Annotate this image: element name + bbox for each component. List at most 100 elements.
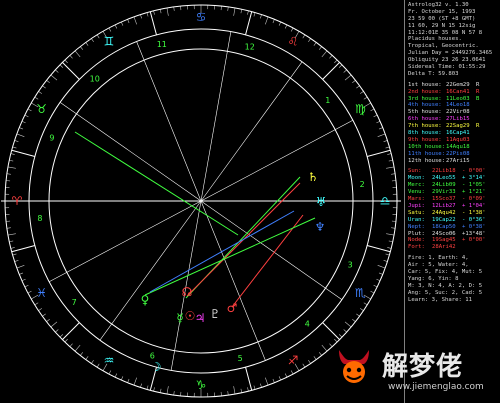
house-number: 10 — [90, 75, 100, 84]
degree-tick — [360, 308, 364, 311]
degree-tick — [329, 55, 333, 59]
house-mark — [476, 158, 496, 165]
degree-tick — [21, 278, 26, 281]
house-label: 12th house: — [408, 157, 446, 164]
sign-boundary — [367, 245, 391, 253]
degree-tick — [12, 146, 17, 149]
house-label: 3rd house: — [408, 95, 442, 102]
header-line: Fr. October 15, 1993 — [408, 8, 476, 15]
degree-tick — [19, 127, 24, 130]
degree-tick — [27, 108, 32, 112]
house-label: 11th house: — [408, 150, 446, 157]
planet-glyph: ♃ — [195, 311, 206, 325]
degree-tick — [50, 74, 58, 81]
planet-latitude: + 0°38' — [462, 223, 486, 230]
degree-tick — [334, 59, 338, 64]
header-line: Sidereal Time: 01:55:29 — [408, 64, 486, 71]
planet-row: Sun: 22Lib18 - 0°00' — [408, 168, 500, 175]
planet-latitude: + 1°21' — [462, 189, 486, 196]
element-summary: Fire: 1, Earth: 4, Air : 5, Water: 4, Car:… — [408, 255, 500, 303]
house-cusp-value: 11Leo03 — [446, 95, 470, 102]
degree-tick — [159, 388, 162, 393]
degree-tick — [260, 383, 262, 388]
degree-tick — [55, 329, 59, 333]
degree-tick — [96, 363, 100, 368]
degree-tick — [24, 284, 29, 288]
degree-tick — [373, 114, 378, 118]
planet-name: Moon: — [408, 175, 425, 182]
aspect-line — [149, 210, 295, 293]
planet-name: Node: — [408, 237, 425, 244]
degree-tick — [80, 46, 84, 50]
planet-position: 24Sco06 — [432, 230, 456, 237]
planet-row: Fort: 28Ari42 — [408, 244, 500, 251]
house-cusp-value: 27Lib15 — [446, 116, 470, 123]
header-line: Julian Day = 2449276.3465 — [408, 50, 493, 57]
house-mark — [476, 116, 496, 123]
degree-tick — [74, 344, 81, 352]
house-row: 8th house: 16Cap41 — [408, 130, 500, 137]
header-line: 11 60, 29 N 15 12sig — [408, 22, 476, 29]
house-number: 4 — [305, 319, 310, 328]
degree-tick — [34, 96, 39, 100]
sign-boundary — [62, 62, 80, 80]
planet-row: Moon: 24Leo55 + 3°14' — [408, 175, 500, 182]
house-mark: R — [476, 123, 480, 130]
house-mark: B — [476, 95, 480, 102]
house-row: 7th house: 22Sag29 R — [408, 123, 500, 130]
degree-tick — [140, 383, 142, 388]
planet-latitude: - 0°09' — [462, 196, 486, 203]
house-label: 2nd house: — [408, 88, 442, 95]
degree-tick — [265, 16, 269, 25]
planet-glyph: ♂ — [227, 301, 238, 315]
header-line: 23 59 00 (ST +8 GMT) — [408, 15, 476, 22]
sign-boundary — [11, 149, 35, 157]
degree-tick — [12, 253, 17, 256]
house-label: 8th house: — [408, 130, 442, 137]
degree-tick — [9, 159, 14, 162]
house-number: 3 — [348, 260, 353, 269]
header-line: Tropical, Geocentric. — [408, 43, 479, 50]
zodiac-sign-glyph: ♐ — [288, 353, 299, 367]
degree-tick — [272, 378, 275, 383]
degree-tick — [391, 173, 396, 175]
planet-glyph: ♇ — [210, 307, 221, 321]
degree-tick — [387, 153, 392, 155]
planet-position: 28Ari42 — [432, 244, 456, 251]
house-number: 8 — [37, 214, 42, 223]
planet-glyph: ☊ — [182, 285, 193, 299]
degree-tick — [343, 329, 347, 333]
house-label: 10th house: — [408, 143, 446, 150]
degree-tick — [360, 91, 364, 94]
house-row: 4th house: 14Leo18 — [408, 102, 500, 109]
info-panel: Astrolog32 v. 1.30 Fr. October 15, 1993 23… — [404, 0, 500, 403]
degree-tick — [385, 253, 390, 256]
zodiac-sign-glyph: ♍ — [355, 102, 366, 116]
house-cusp-value: 22Vir08 — [446, 109, 470, 116]
degree-tick — [356, 85, 360, 89]
degree-tick — [377, 133, 386, 137]
header-line: Placidus houses. — [408, 36, 462, 43]
sign-boundary — [11, 245, 35, 253]
degree-tick — [121, 376, 124, 381]
house-cusp-line — [200, 119, 354, 202]
degree-tick — [253, 12, 256, 17]
aspect-lines — [74, 131, 316, 308]
house-mark — [476, 130, 496, 137]
degree-tick — [378, 272, 383, 275]
degree-tick — [376, 121, 381, 124]
degree-tick — [356, 313, 360, 317]
planet-latitude: + 1°04' — [462, 202, 486, 209]
zodiac-sign-glyph: ♌ — [288, 35, 299, 49]
degree-tick — [321, 344, 328, 352]
degree-tick — [114, 373, 118, 378]
house-cusp-line — [200, 200, 343, 300]
degree-tick — [38, 308, 42, 311]
degree-tick — [386, 233, 395, 236]
degree-tick — [308, 360, 311, 364]
degree-tick — [74, 50, 81, 58]
zodiac-sign-glyph: ♒ — [104, 353, 115, 367]
degree-tick — [127, 19, 130, 24]
degree-tick — [16, 265, 25, 269]
degree-tick — [272, 19, 275, 24]
